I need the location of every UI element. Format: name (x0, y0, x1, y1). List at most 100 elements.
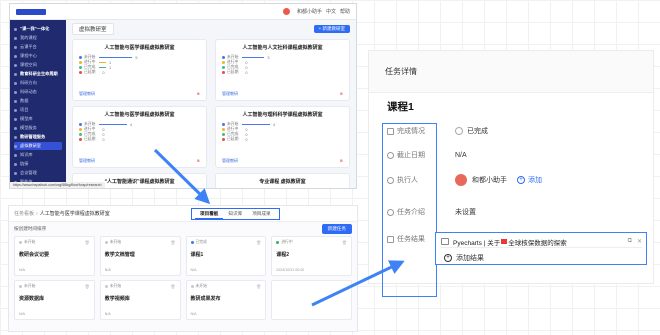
manage-link[interactable]: 管理教研 (79, 91, 95, 97)
add-result-label: 添加结果 (456, 255, 484, 262)
task-card[interactable]: 未开始 🗑 教学视频库 N/A (99, 280, 181, 320)
task-card[interactable]: 未开始 🗑 教研成果发布 N/A (185, 280, 267, 320)
task-status: 未开始 (19, 240, 90, 245)
add-owner-button[interactable]: + 添加 (517, 175, 542, 185)
task-stat-value: 4 (272, 122, 276, 127)
task-detail-panel: 任务详情 课程1 完成情况 已完成 截止日期 N/A 执行人 和都小助手 + 添加… (368, 50, 654, 297)
user-avatar[interactable] (282, 8, 290, 15)
task-card[interactable]: 未开始 🗑 教学文档管理 N/A (99, 236, 181, 276)
delete-icon[interactable]: ⊗ (340, 91, 343, 97)
task-card[interactable]: 未开始 🗑 教研会议记要 N/A (14, 236, 95, 276)
trash-icon[interactable]: 🗑 (85, 284, 90, 289)
room-card[interactable]: 人工智能与理科科学课程虚拟教研室 未开始 4 进行中 0 已完成 0 已延期 0 管理教研 ⊗ (215, 106, 350, 168)
new-task-button[interactable]: 新建任务 (321, 224, 352, 234)
add-owner-label: 添加 (528, 177, 542, 184)
sort-select[interactable]: 按创建时间排序 (14, 226, 46, 232)
status-dot (79, 61, 82, 64)
task-stat-label: 已延期 (227, 70, 239, 74)
copy-icon[interactable]: ⧉ (628, 238, 632, 245)
trash-icon[interactable]: 🗑 (342, 240, 347, 245)
flag-icon (501, 239, 508, 244)
sidebar-item[interactable]: 虚拟教研室 (14, 142, 62, 150)
intro-value[interactable]: 未设置 (455, 207, 476, 217)
sidebar-item[interactable]: 我的课程 (14, 34, 62, 42)
status-dot (276, 241, 280, 244)
task-due: 2024/10/31 00:00 (276, 268, 305, 272)
sidebar-item[interactable]: 链接 (14, 160, 62, 168)
task-stat-row: 已延期 0 (79, 70, 200, 75)
sidebar-item[interactable]: 教研管理服务 (14, 133, 62, 141)
user-name[interactable]: 和都小助手 (297, 8, 322, 15)
delete-icon[interactable]: ⊗ (197, 91, 200, 97)
result-item[interactable]: Pyecharts | 关于 全球核保数据的探索 ⧉ ✕ (441, 236, 642, 248)
due-value[interactable]: N/A (455, 152, 467, 159)
status-dot (79, 128, 82, 131)
sidebar-item[interactable]: 课程空间 (14, 61, 62, 69)
task-status-label: 已完成 (195, 240, 207, 244)
owner-avatar (455, 174, 467, 186)
top-link-help[interactable]: 帮助 (340, 8, 350, 15)
task-stat-row: 已延期 0 (222, 137, 343, 142)
trash-icon[interactable]: 🗑 (170, 284, 175, 289)
status-dot (222, 133, 225, 136)
manage-link[interactable]: 管理教研 (222, 158, 238, 164)
sidebar-item[interactable]: 模型服务 (14, 124, 62, 132)
room-card[interactable]: 专业课程 虚拟教研室 (215, 173, 350, 188)
sidebar-item[interactable]: 项目 (14, 106, 62, 114)
breadcrumb[interactable]: 任务看板 (14, 210, 34, 217)
room-card-title: 人工智能与医学课程虚拟教研室 (104, 45, 175, 51)
sidebar-item[interactable]: 模型库 (14, 115, 62, 123)
sidebar-item[interactable]: 教育科研全生命周期 (14, 70, 62, 78)
sidebar-item[interactable]: 会议管理 (14, 169, 62, 177)
room-card[interactable]: 人工智能与人文社科课程虚拟教研室 未开始 3 进行中 0 已完成 0 已延期 0 管理教研 ⊗ (215, 39, 350, 101)
new-room-button[interactable]: + 新建教研室 (313, 25, 350, 33)
sidebar-item[interactable]: 云课平台 (14, 43, 62, 51)
delete-icon[interactable]: ⊗ (197, 158, 200, 164)
task-due: N/A (104, 312, 111, 316)
task-stat-row: 已延期 0 (222, 70, 343, 75)
task-stat-value: 3 (267, 55, 270, 60)
status-dot (79, 71, 82, 74)
view-tab[interactable]: 项目成果 (247, 210, 275, 218)
task-status: 未开始 (19, 284, 90, 289)
sidebar-item[interactable]: 知识库 (14, 151, 62, 159)
room-card-grid: 人工智能与医学课程虚拟教研室 未开始 5 进行中 1 已完成 1 已延期 0 管理教研 ⊗ 人工智能与… (72, 39, 350, 188)
sidebar-item[interactable]: 科研方向 (14, 79, 62, 87)
status-value[interactable]: 已完成 (467, 126, 488, 136)
room-card[interactable]: 人工智能与医学课程虚拟教研室 未开始 4 进行中 0 已完成 0 已延期 0 管理教研 ⊗ (72, 106, 207, 168)
delete-icon[interactable]: ⊗ (340, 158, 343, 164)
sidebar: “课—我”一体化 我的课程 云课平台 课程中心 课程空间 教育科研全生命周期 科研方向 科研动… (10, 20, 66, 188)
sidebar-item[interactable]: “课—我”一体化 (14, 25, 62, 33)
room-card[interactable]: 人工智能与医学课程虚拟教研室 未开始 5 进行中 1 已完成 1 已延期 0 管理教研 ⊗ (72, 39, 207, 101)
view-tabs: 项目看板 知识库 项目成果 (191, 208, 280, 220)
status-dot (222, 71, 225, 74)
task-due: N/A (190, 268, 197, 272)
task-card[interactable]: 进行中 🗑 课程2 2024/10/31 00:00 (271, 236, 352, 276)
sidebar-item[interactable]: 课程中心 (14, 52, 62, 60)
manage-link[interactable]: 管理教研 (79, 158, 95, 164)
view-tab[interactable]: 项目看板 (195, 210, 224, 219)
main-content: 虚拟教研室 + 新建教研室 人工智能与医学课程虚拟教研室 未开始 5 进行中 1 已完成 1… (66, 20, 356, 188)
task-card[interactable]: 已完成 🗑 课程1 N/A (185, 236, 267, 276)
sidebar-item[interactable]: 数据 (14, 97, 62, 105)
app-logo (16, 8, 46, 15)
task-status: 未开始 (190, 284, 262, 289)
task-card[interactable]: 未开始 🗑 资源数据库 N/A (14, 280, 95, 320)
trash-icon[interactable]: 🗑 (256, 240, 261, 245)
status-dot (79, 56, 82, 59)
kanban-toolbar: 按创建时间排序 新建任务 (9, 222, 357, 236)
top-link-lang[interactable]: 中文 (326, 8, 336, 15)
view-tab[interactable]: 知识库 (223, 210, 247, 218)
sidebar-item[interactable]: 科研动态 (14, 88, 62, 96)
status-radio-icon[interactable] (455, 127, 463, 135)
task-title: 课程2 (276, 252, 290, 258)
trash-icon[interactable]: 🗑 (170, 240, 175, 245)
close-icon[interactable]: ✕ (637, 238, 642, 245)
task-title: 资源数据库 (19, 296, 45, 302)
research-room-screenshot: 和都小助手 中文 帮助 “课—我”一体化 我的课程 云课平台 课程中心 课程空间 教育科研… (9, 3, 357, 189)
trash-icon[interactable]: 🗑 (85, 240, 90, 245)
trash-icon[interactable]: 🗑 (256, 284, 261, 289)
manage-link[interactable]: 管理教研 (222, 91, 238, 97)
add-result-button[interactable]: + 添加结果 (444, 252, 484, 264)
kanban-screenshot: 任务看板 › 人工智能与医学课程虚拟教研室 项目看板 知识库 项目成果 按创建时间排… (8, 205, 358, 332)
